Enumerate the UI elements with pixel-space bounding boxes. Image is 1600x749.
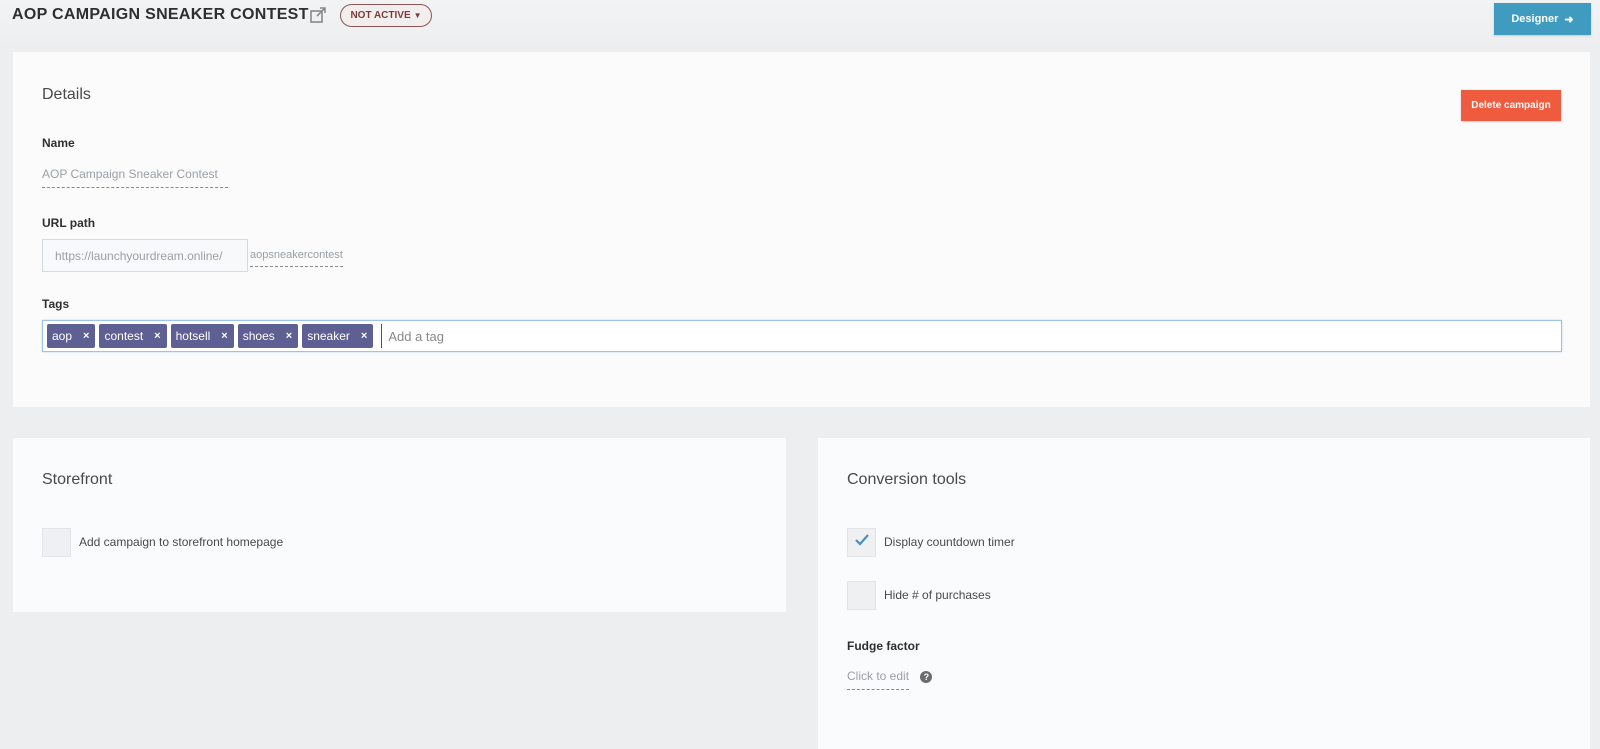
- caret-down-icon: ▼: [413, 11, 422, 20]
- storefront-title: Storefront: [42, 471, 113, 488]
- name-field[interactable]: AOP Campaign Sneaker Contest: [42, 167, 228, 188]
- tags-input-box[interactable]: aop × contest × hotsell × shoes × sneaker ×: [42, 320, 1562, 352]
- delete-campaign-button[interactable]: Delete campaign: [1461, 90, 1561, 121]
- close-icon[interactable]: ×: [286, 330, 292, 342]
- question-circle-icon[interactable]: ?: [920, 670, 933, 683]
- close-icon[interactable]: ×: [361, 330, 367, 342]
- add-tag-input[interactable]: [381, 324, 682, 348]
- storefront-homepage-checkbox[interactable]: [42, 528, 71, 557]
- campaign-title: AOP CAMPAIGN SNEAKER CONTEST: [12, 6, 309, 23]
- tag-chip-label: contest: [104, 329, 144, 343]
- conversion-tools-card: Conversion tools Display countdown timer…: [818, 438, 1590, 749]
- tag-chip-label: aop: [52, 329, 73, 343]
- status-label: NOT ACTIVE: [350, 10, 411, 21]
- status-dropdown[interactable]: NOT ACTIVE ▼: [340, 4, 432, 27]
- tag-chip-label: sneaker: [307, 329, 350, 343]
- tag-chip-label: hotsell: [175, 329, 211, 343]
- name-label: Name: [42, 136, 75, 150]
- hide-purchases-label: Hide # of purchases: [884, 588, 991, 602]
- details-title: Details: [42, 86, 91, 103]
- external-link-icon[interactable]: [309, 6, 327, 24]
- fudge-factor-row: Click to edit ?: [847, 669, 933, 690]
- countdown-timer-checkbox[interactable]: [847, 528, 876, 557]
- details-card: Details Delete campaign Name AOP Campaig…: [13, 52, 1590, 407]
- url-path-label: URL path: [42, 216, 96, 230]
- fudge-factor-label: Fudge factor: [847, 639, 920, 653]
- url-prefix: https://launchyourdream.online/: [42, 239, 248, 272]
- conversion-tools-title: Conversion tools: [847, 471, 967, 488]
- designer-button[interactable]: Designer ➜: [1494, 3, 1591, 35]
- tag-chip-label: shoes: [242, 329, 275, 343]
- storefront-homepage-label: Add campaign to storefront homepage: [79, 535, 284, 549]
- top-bar: AOP CAMPAIGN SNEAKER CONTEST NOT ACTIVE …: [0, 0, 1600, 48]
- storefront-card: Storefront Add campaign to storefront ho…: [13, 438, 786, 612]
- tag-chip: sneaker ×: [302, 324, 374, 348]
- fudge-factor-field[interactable]: Click to edit: [847, 669, 910, 690]
- tag-chip: shoes ×: [237, 324, 299, 348]
- url-slug-field[interactable]: aopsneakercontest: [250, 249, 343, 267]
- arrow-right-icon: ➜: [1564, 13, 1574, 26]
- close-icon[interactable]: ×: [83, 330, 89, 342]
- close-icon[interactable]: ×: [221, 330, 227, 342]
- close-icon[interactable]: ×: [154, 330, 160, 342]
- tags-label: Tags: [42, 297, 70, 311]
- tag-chip: hotsell ×: [170, 324, 234, 348]
- countdown-timer-label: Display countdown timer: [884, 535, 1015, 549]
- designer-button-label: Designer: [1511, 13, 1559, 25]
- hide-purchases-checkbox[interactable]: [847, 581, 876, 610]
- checkmark-icon: [854, 533, 870, 552]
- tag-chip: contest ×: [99, 324, 167, 348]
- tag-chip: aop ×: [47, 324, 96, 348]
